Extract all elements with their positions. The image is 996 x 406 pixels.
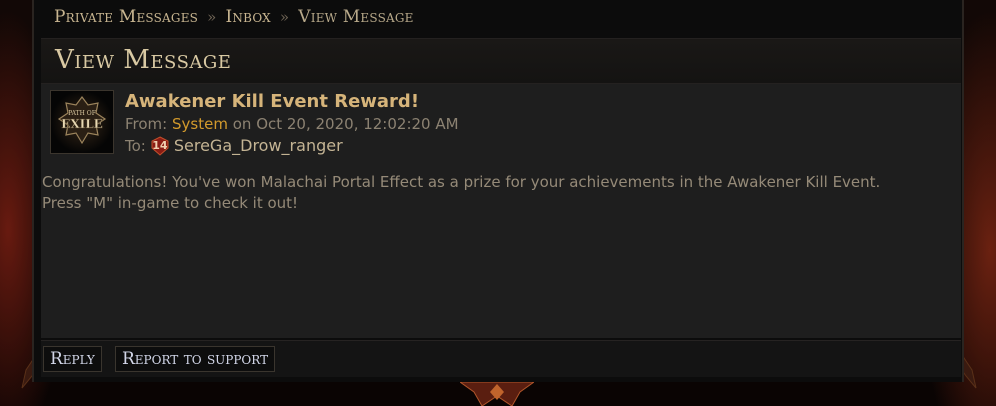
message-body: Congratulations! You've won Malachai Por… — [42, 173, 881, 212]
message-to-line: To: 14 SereGa_Drow_ranger — [125, 136, 343, 156]
date-prefix: on — [232, 115, 252, 133]
breadcrumb-private-messages[interactable]: Private Messages — [54, 7, 198, 27]
report-to-support-button[interactable]: Report to support — [115, 346, 276, 372]
sender-link[interactable]: System — [172, 115, 228, 133]
sender-avatar: PATH OF EXILE — [50, 90, 114, 154]
logo-text-main: EXILE — [61, 117, 103, 131]
from-label: From: — [125, 115, 168, 133]
logo-text-top: PATH OF — [68, 110, 96, 117]
recipient-link[interactable]: SereGa_Drow_ranger — [174, 136, 343, 155]
breadcrumb-separator-icon: » — [279, 8, 290, 26]
message-date: Oct 20, 2020, 12:02:20 AM — [256, 115, 459, 133]
message-subject: Awakener Kill Event Reward! — [125, 91, 420, 112]
page-title: View Message — [55, 45, 232, 75]
breadcrumb: Private Messages » Inbox » View Message — [54, 0, 414, 34]
character-level: 14 — [152, 139, 168, 152]
action-bar: Reply Report to support — [41, 340, 961, 377]
reply-button[interactable]: Reply — [43, 346, 102, 372]
message-panel: PATH OF EXILE Awakener Kill Event Reward… — [41, 84, 961, 338]
character-level-badge: 14 — [150, 136, 170, 156]
breadcrumb-inbox[interactable]: Inbox — [225, 7, 270, 27]
path-of-exile-logo-icon: PATH OF EXILE — [51, 91, 113, 153]
bottom-frame-ornament — [460, 382, 534, 406]
breadcrumb-view-message: View Message — [298, 7, 414, 27]
message-from-line: From: System on Oct 20, 2020, 12:02:20 A… — [125, 115, 459, 133]
content-frame: Private Messages » Inbox » View Message View… — [32, 0, 964, 382]
title-bar: View Message — [41, 38, 961, 84]
page-background: Private Messages » Inbox » View Message View… — [0, 0, 996, 406]
to-label: To: — [125, 137, 146, 155]
breadcrumb-separator-icon: » — [207, 8, 217, 26]
